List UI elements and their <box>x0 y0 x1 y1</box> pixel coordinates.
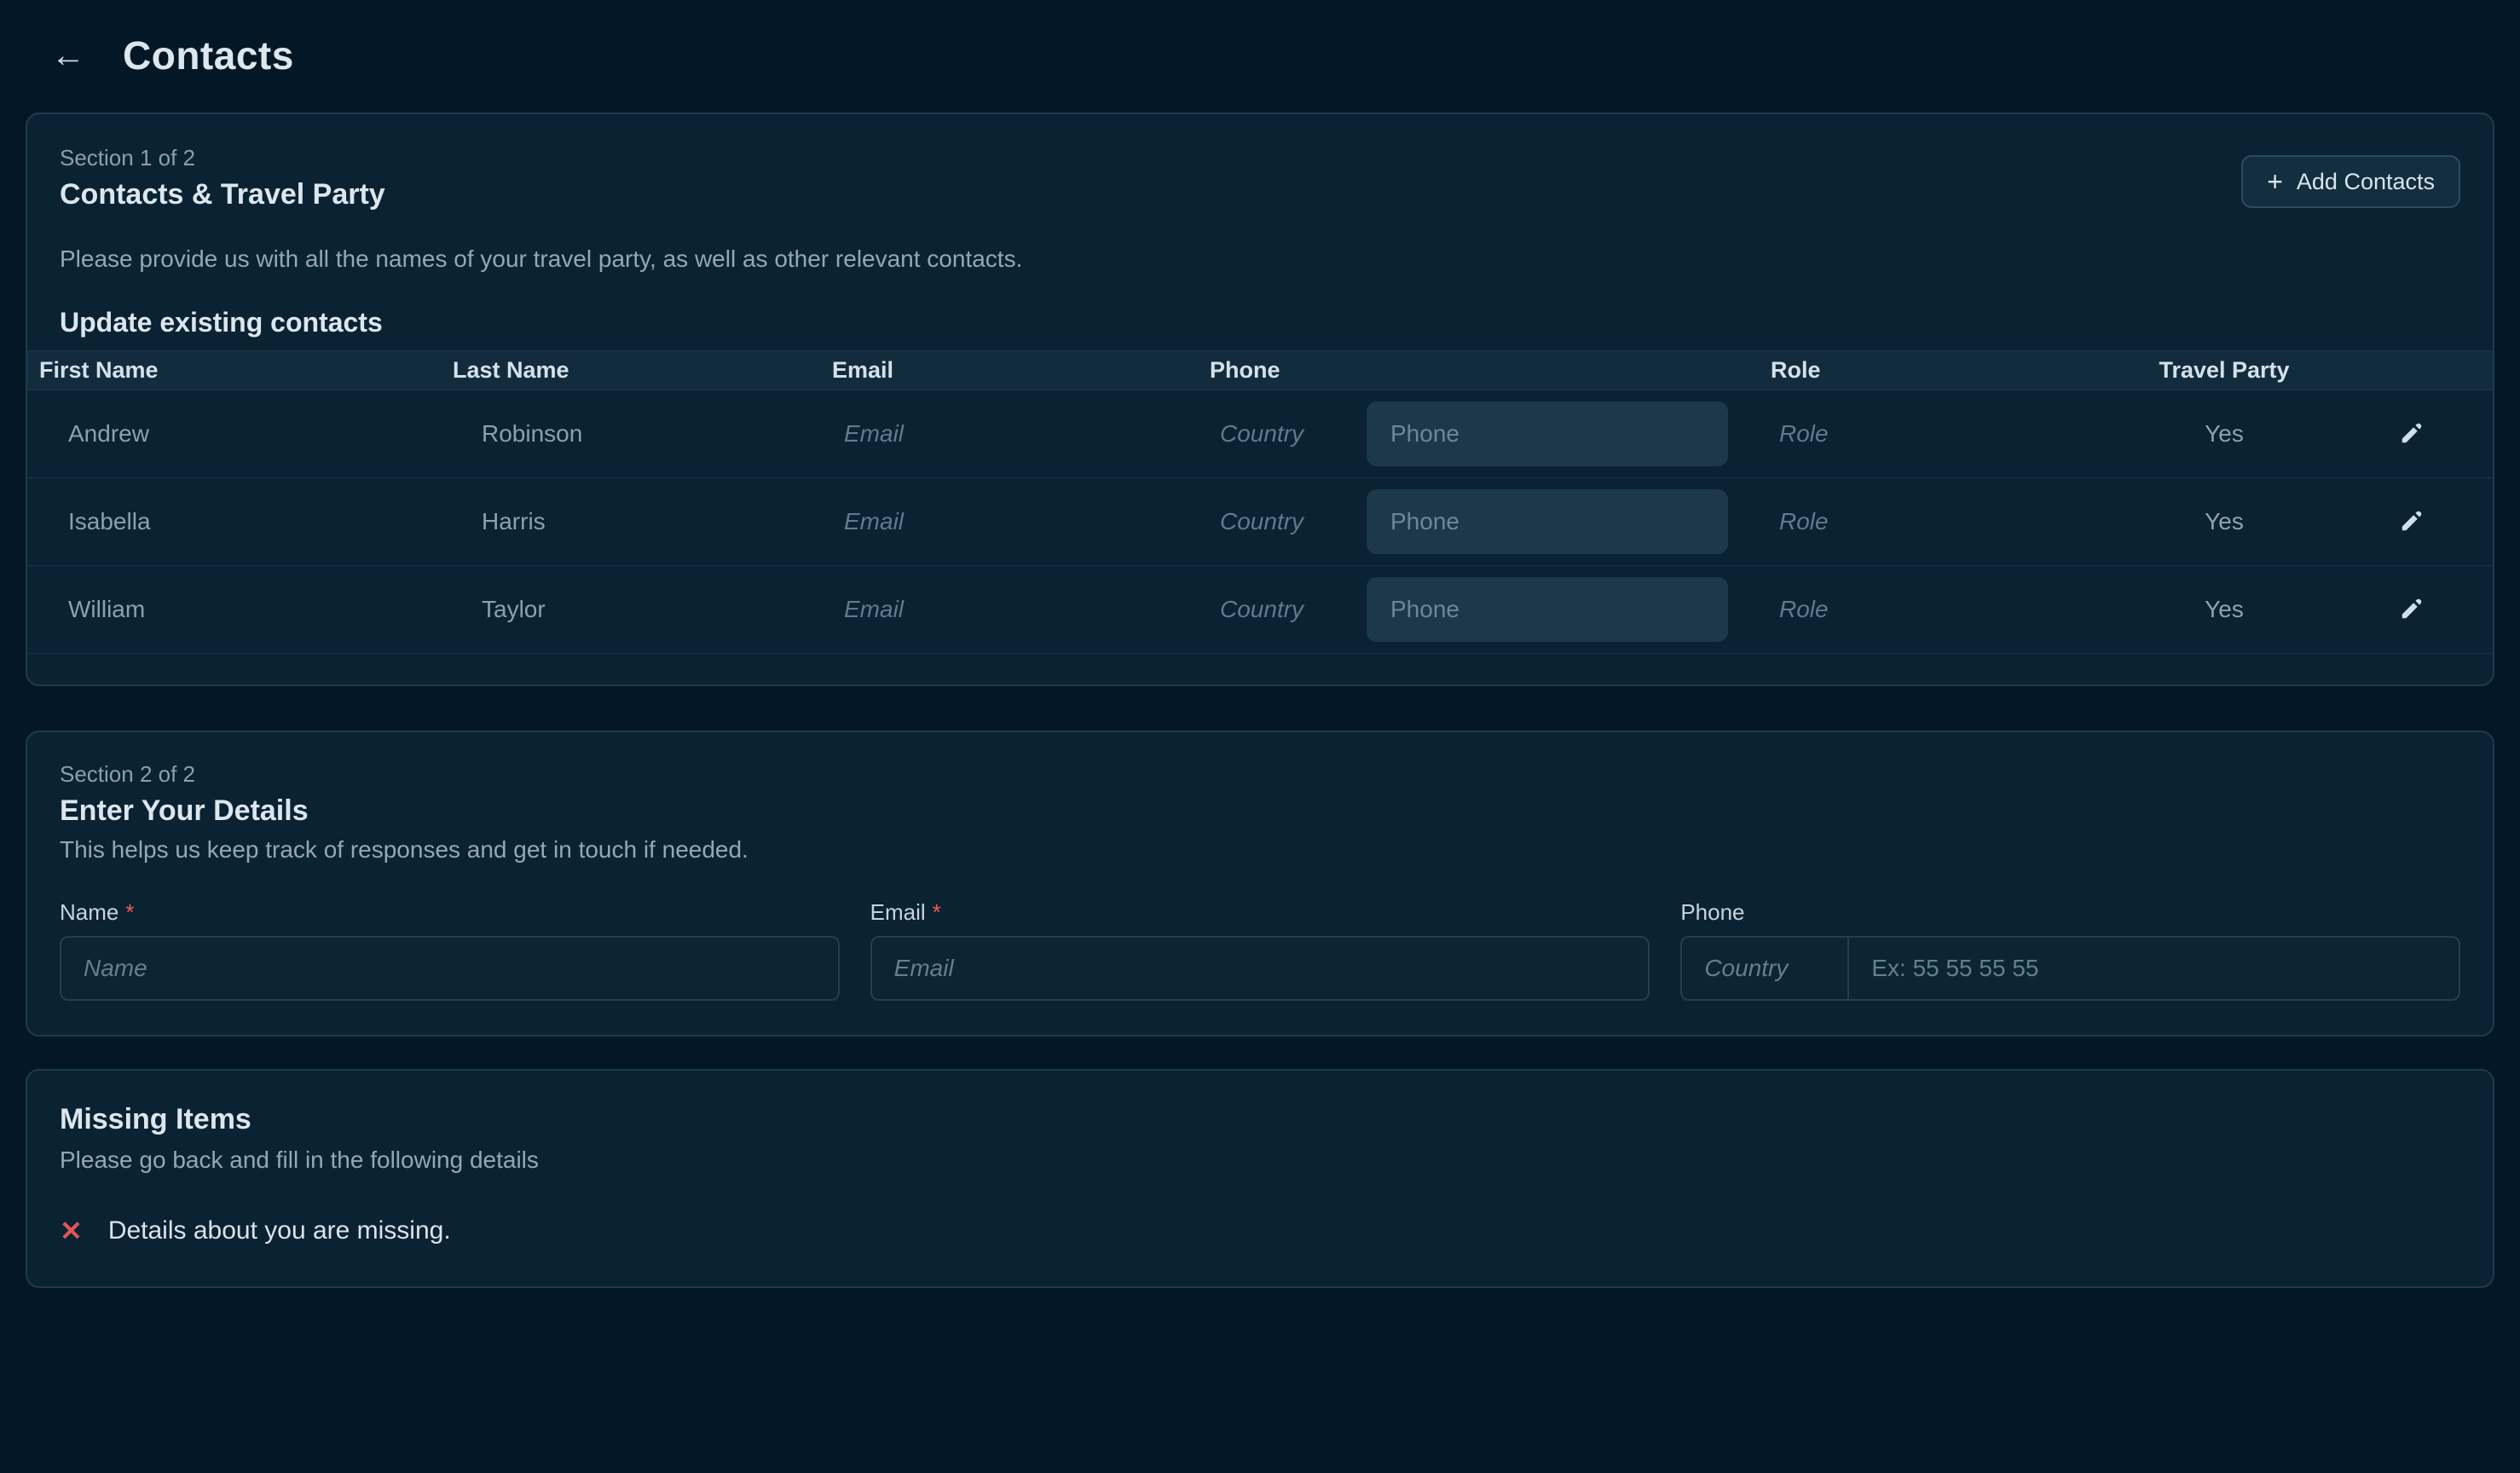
missing-item: ✕ Details about you are missing. <box>60 1216 2460 1245</box>
last-name-cell: Robinson <box>441 420 820 448</box>
email-label: Email* <box>870 899 1650 926</box>
name-field-group: Name* <box>60 899 840 1001</box>
country-field[interactable] <box>1220 420 1367 448</box>
update-contacts-heading: Update existing contacts <box>27 307 2493 338</box>
email-field[interactable] <box>844 596 1165 623</box>
column-header-role: Role <box>1759 357 2118 384</box>
pencil-icon <box>2398 595 2425 625</box>
add-contacts-button[interactable]: + Add Contacts <box>2241 155 2460 208</box>
phone-label: Phone <box>1680 899 2460 926</box>
phone-number-input[interactable] <box>1849 938 2459 999</box>
back-arrow-icon: ← <box>51 37 85 74</box>
edit-contact-button[interactable] <box>2388 586 2436 633</box>
section1-step-label: Section 1 of 2 <box>60 145 385 171</box>
role-field[interactable] <box>1779 420 2084 448</box>
first-name-cell: William <box>27 596 441 623</box>
column-header-email: Email <box>820 357 1198 384</box>
last-name-cell: Harris <box>441 508 820 535</box>
section2-description: This helps us keep track of responses an… <box>60 836 2460 864</box>
edit-contact-button[interactable] <box>2388 410 2436 458</box>
column-header-phone: Phone <box>1198 357 1759 384</box>
phone-field[interactable] <box>1367 401 1728 466</box>
page-title: Contacts <box>123 32 294 78</box>
missing-items-card: Missing Items Please go back and fill in… <box>26 1069 2494 1288</box>
contacts-section-card: Section 1 of 2 Contacts & Travel Party +… <box>26 113 2494 686</box>
phone-field[interactable] <box>1367 489 1728 554</box>
table-row: Isabella Harris Yes <box>27 478 2493 566</box>
travel-party-value: Yes <box>2118 596 2331 623</box>
pencil-icon <box>2398 507 2425 537</box>
contacts-table: First Name Last Name Email Phone Role Tr… <box>27 350 2493 654</box>
phone-country-input[interactable] <box>1682 938 1849 999</box>
country-field[interactable] <box>1220 508 1367 535</box>
phone-input-group <box>1680 936 2460 1001</box>
plus-icon: + <box>2267 168 2283 195</box>
name-input[interactable] <box>60 936 840 1001</box>
contacts-page: ← Contacts Section 1 of 2 Contacts & Tra… <box>0 0 2520 1288</box>
role-field[interactable] <box>1779 596 2084 623</box>
email-field[interactable] <box>844 420 1165 448</box>
phone-field[interactable] <box>1367 577 1728 642</box>
your-details-section-card: Section 2 of 2 Enter Your Details This h… <box>26 731 2494 1037</box>
table-row: William Taylor Yes <box>27 566 2493 654</box>
table-row: Andrew Robinson Yes <box>27 390 2493 478</box>
section2-step-label: Section 2 of 2 <box>60 761 2460 788</box>
table-header-row: First Name Last Name Email Phone Role Tr… <box>27 350 2493 390</box>
edit-contact-button[interactable] <box>2388 498 2436 546</box>
first-name-cell: Andrew <box>27 420 441 448</box>
missing-items-title: Missing Items <box>60 1103 2460 1136</box>
pencil-icon <box>2398 419 2425 449</box>
error-x-icon: ✕ <box>60 1217 83 1245</box>
column-header-first-name: First Name <box>27 357 441 384</box>
required-asterisk: * <box>933 899 941 925</box>
column-header-travel-party: Travel Party <box>2118 357 2331 384</box>
email-field[interactable] <box>844 508 1165 535</box>
last-name-cell: Taylor <box>441 596 820 623</box>
add-contacts-label: Add Contacts <box>2297 169 2435 195</box>
country-field[interactable] <box>1220 596 1367 623</box>
section1-description: Please provide us with all the names of … <box>27 246 2493 273</box>
phone-field-group: Phone <box>1680 899 2460 1001</box>
travel-party-value: Yes <box>2118 508 2331 535</box>
section2-title: Enter Your Details <box>60 794 2460 828</box>
back-button[interactable]: ← <box>48 35 89 76</box>
first-name-cell: Isabella <box>27 508 441 535</box>
section1-title: Contacts & Travel Party <box>60 178 385 211</box>
role-field[interactable] <box>1779 508 2084 535</box>
email-input[interactable] <box>870 936 1650 1001</box>
page-header: ← Contacts <box>26 0 2494 78</box>
missing-item-text: Details about you are missing. <box>108 1216 451 1245</box>
email-field-group: Email* <box>870 899 1650 1001</box>
required-asterisk: * <box>125 899 134 925</box>
travel-party-value: Yes <box>2118 420 2331 448</box>
missing-items-description: Please go back and fill in the following… <box>60 1147 2460 1174</box>
name-label: Name* <box>60 899 840 926</box>
column-header-last-name: Last Name <box>441 357 820 384</box>
